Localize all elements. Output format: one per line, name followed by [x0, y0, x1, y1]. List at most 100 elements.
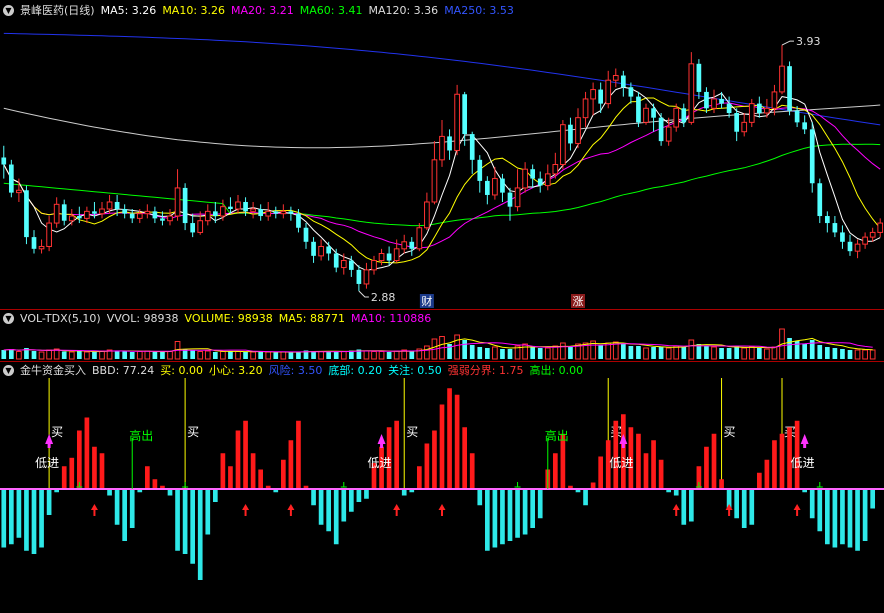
indicator-bar: [552, 453, 558, 489]
candle-body: [651, 108, 656, 118]
candle-body: [794, 110, 800, 123]
candle-body: [212, 211, 218, 217]
ma-legend-item: MA60: 3.41: [299, 3, 363, 17]
indicator-bar: [847, 489, 853, 548]
volume-legend-item: MA5: 88771: [278, 311, 346, 325]
indicator-bar: [636, 433, 641, 489]
volume-legend-item: VOL-TDX(5,10): [20, 311, 101, 325]
candle-body: [612, 75, 619, 81]
candle-body: [575, 117, 581, 144]
indicator-bar: [469, 453, 475, 489]
candle-body: [46, 222, 52, 247]
candle-body: [333, 253, 339, 268]
indicator-bar: [484, 489, 490, 551]
volume-bar: [393, 350, 400, 360]
buy-signal-label: 买: [51, 425, 63, 439]
volume-bar: [544, 347, 551, 360]
chevron-down-icon[interactable]: ▼: [3, 312, 14, 324]
indicator-bar: [772, 440, 777, 489]
volume-bar: [665, 347, 672, 360]
indicator-bar: [855, 489, 860, 551]
volume-bar: [492, 346, 498, 360]
candle-body: [431, 159, 438, 203]
volume-bar: [802, 344, 808, 359]
candle-body: [280, 210, 287, 215]
candle-body: [530, 169, 536, 179]
badge-zhang: 涨: [573, 295, 584, 308]
candle-body: [696, 63, 702, 92]
indicator-bar: [228, 466, 233, 489]
candle-body: [288, 211, 294, 214]
candle-body: [552, 164, 559, 175]
candle-body: [726, 103, 732, 113]
indicator-bar: [122, 489, 128, 541]
candle-body: [877, 222, 884, 233]
candle-body: [1, 157, 7, 165]
indicator-bar: [492, 489, 498, 548]
candle-body: [53, 203, 60, 224]
indicator-legend-item: 高出: 0.00: [529, 364, 584, 377]
high-price-label: 3.93: [796, 35, 821, 48]
candle-body: [673, 107, 680, 128]
candle-body: [318, 245, 324, 257]
indicator-bar: [598, 456, 604, 489]
volume-bar: [333, 351, 339, 359]
high-out-label: 高出: [129, 428, 153, 443]
volume-bar: [265, 351, 272, 360]
indicator-bar: [318, 489, 324, 525]
indicator-legend-item: 底部: 0.20: [328, 364, 383, 377]
indicator-legend-item: BBD: 77.24: [92, 364, 155, 377]
volume-bar: [8, 349, 14, 359]
volume-bar: [129, 352, 135, 359]
candle-body: [363, 269, 370, 285]
candle-body: [582, 98, 589, 119]
indicator-legend-item: 风险: 3.50: [268, 364, 323, 377]
candle-body: [748, 103, 755, 123]
volume-bar: [273, 352, 279, 359]
candle-body: [401, 241, 408, 250]
candle-body: [296, 213, 301, 228]
volume-bar: [318, 351, 324, 360]
indicator-bar: [658, 459, 664, 489]
indicator-bar: [462, 427, 468, 489]
candle-body: [250, 208, 256, 212]
up-arrow-icon: [672, 504, 680, 516]
volume-bar: [537, 348, 543, 359]
volume-bar: [160, 352, 165, 359]
indicator-bar: [220, 453, 226, 489]
volume-bar: [280, 351, 287, 360]
candle-body: [447, 136, 452, 151]
volume-bar: [288, 352, 294, 359]
candle-body: [477, 159, 483, 181]
indicator-bar: [235, 430, 241, 489]
indicator-bar: [764, 459, 770, 489]
volume-bar: [862, 349, 868, 360]
volume-bar: [326, 352, 332, 359]
volume-bar: [787, 338, 792, 359]
indicator-bar: [643, 453, 649, 489]
indicator-bar: [651, 440, 656, 489]
chevron-down-icon[interactable]: ▼: [3, 364, 14, 376]
chevron-down-icon[interactable]: ▼: [3, 4, 14, 16]
green-tick-mark: [514, 482, 521, 488]
volume-bar: [688, 339, 695, 360]
volume-bar: [628, 346, 634, 359]
candle-body: [665, 126, 672, 142]
candle-body: [160, 218, 165, 221]
candle-body: [16, 189, 22, 194]
volume-bar: [598, 345, 604, 359]
up-arrow-icon: [393, 504, 401, 516]
volume-bar: [719, 348, 724, 359]
candle-body: [340, 260, 347, 269]
candle-body: [492, 178, 498, 196]
candle-body: [273, 211, 279, 214]
indicator-legend-item: 强弱分界: 1.75: [447, 364, 524, 377]
volume-bar: [764, 348, 770, 360]
volume-bar: [250, 351, 256, 360]
volume-bar: [620, 344, 626, 359]
high-marker: [781, 40, 794, 46]
candle-body: [197, 220, 204, 233]
volume-bar: [190, 350, 196, 359]
indicator-bar: [439, 404, 445, 489]
volume-bar: [530, 347, 536, 359]
